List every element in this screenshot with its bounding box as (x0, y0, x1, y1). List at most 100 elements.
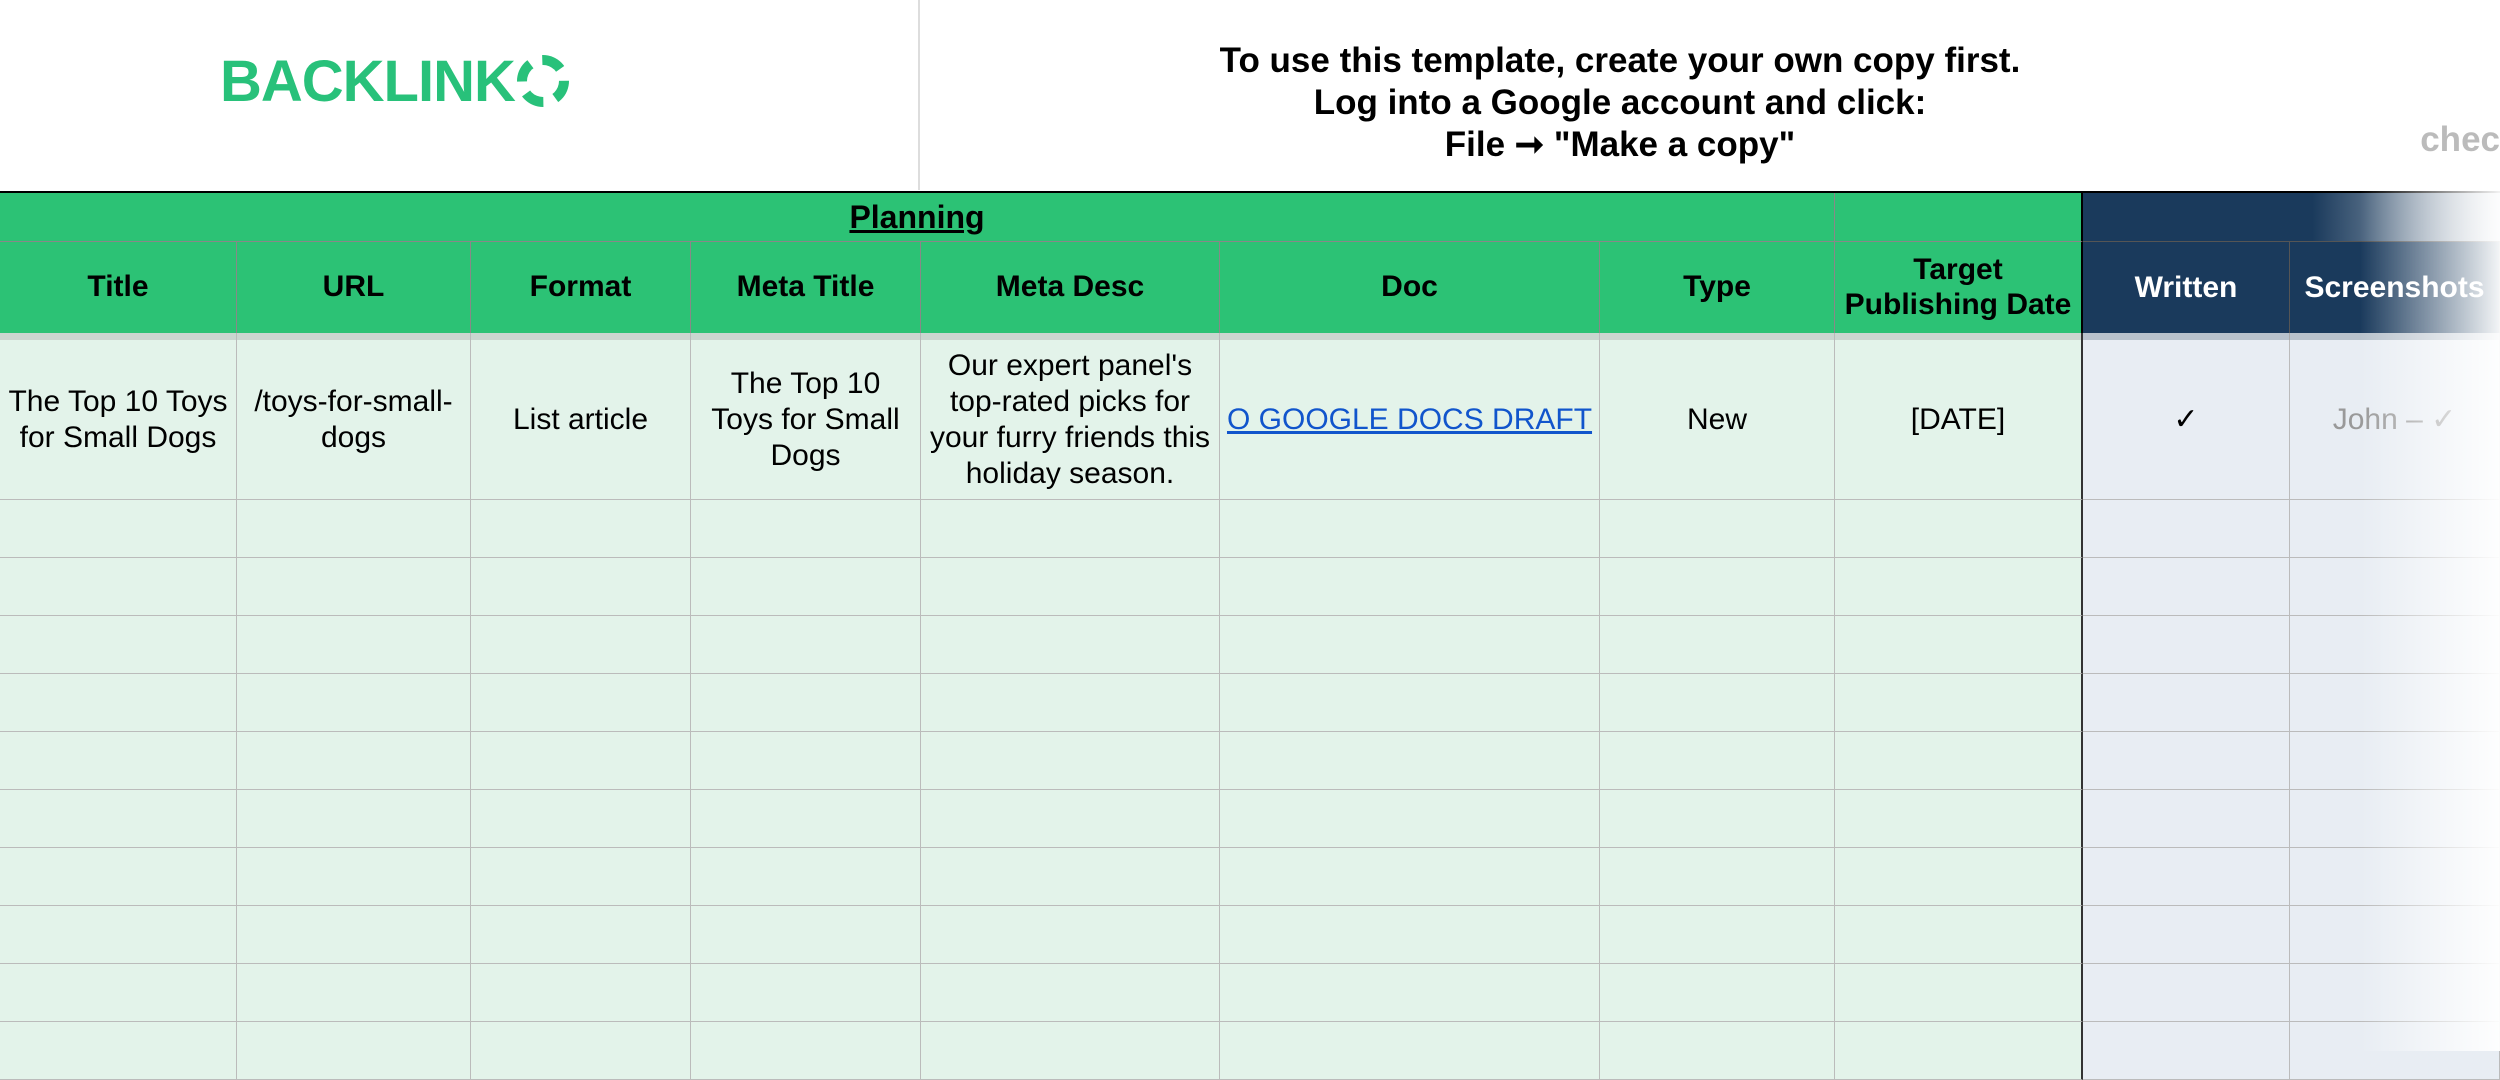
empty-cell[interactable] (1600, 558, 1835, 616)
empty-cell[interactable] (237, 558, 471, 616)
empty-cell[interactable] (921, 732, 1220, 790)
empty-cell[interactable] (2083, 964, 2290, 1022)
cell-screenshots[interactable]: John – ✓ (2290, 340, 2500, 500)
cell-title[interactable]: The Top 10 Toys for Small Dogs (0, 340, 237, 500)
empty-cell[interactable] (2290, 790, 2500, 848)
cell-meta-title[interactable]: The Top 10 Toys for Small Dogs (691, 340, 921, 500)
empty-cell[interactable] (0, 964, 237, 1022)
empty-cell[interactable] (1220, 964, 1600, 1022)
section-progress[interactable] (2083, 193, 2500, 241)
empty-cell[interactable] (1600, 790, 1835, 848)
empty-cell[interactable] (2290, 674, 2500, 732)
cell-type[interactable]: New (1600, 340, 1835, 500)
empty-cell[interactable] (471, 964, 691, 1022)
cell-meta-desc[interactable]: Our expert panel's top-rated picks for y… (921, 340, 1220, 500)
empty-cell[interactable] (2290, 500, 2500, 558)
empty-cell[interactable] (471, 1022, 691, 1080)
empty-cell[interactable] (1835, 964, 2083, 1022)
empty-cell[interactable] (2083, 616, 2290, 674)
empty-cell[interactable] (2083, 848, 2290, 906)
empty-cell[interactable] (691, 558, 921, 616)
empty-cell[interactable] (921, 790, 1220, 848)
empty-cell[interactable] (471, 906, 691, 964)
cell-url[interactable]: /toys-for-small-dogs (237, 340, 471, 500)
cell-written[interactable]: ✓ (2083, 340, 2290, 500)
empty-cell[interactable] (237, 616, 471, 674)
empty-cell[interactable] (0, 848, 237, 906)
empty-cell[interactable] (1220, 732, 1600, 790)
empty-cell[interactable] (0, 558, 237, 616)
empty-cell[interactable] (1600, 964, 1835, 1022)
empty-cell[interactable] (0, 674, 237, 732)
empty-cell[interactable] (1600, 1022, 1835, 1080)
empty-cell[interactable] (691, 906, 921, 964)
empty-cell[interactable] (691, 1022, 921, 1080)
empty-cell[interactable] (691, 848, 921, 906)
empty-cell[interactable] (2290, 616, 2500, 674)
empty-cell[interactable] (2083, 790, 2290, 848)
empty-cell[interactable] (1835, 732, 2083, 790)
empty-cell[interactable] (691, 674, 921, 732)
empty-cell[interactable] (1600, 674, 1835, 732)
empty-cell[interactable] (471, 790, 691, 848)
empty-cell[interactable] (471, 616, 691, 674)
empty-cell[interactable] (1835, 616, 2083, 674)
empty-cell[interactable] (921, 500, 1220, 558)
empty-cell[interactable] (1220, 616, 1600, 674)
empty-cell[interactable] (0, 616, 237, 674)
header-screenshots[interactable]: Screenshots (2290, 241, 2500, 333)
empty-cell[interactable] (2290, 732, 2500, 790)
empty-cell[interactable] (1220, 906, 1600, 964)
empty-cell[interactable] (921, 558, 1220, 616)
empty-cell[interactable] (1220, 500, 1600, 558)
empty-cell[interactable] (1600, 906, 1835, 964)
empty-cell[interactable] (1835, 558, 2083, 616)
cell-target-date[interactable]: [DATE] (1835, 340, 2083, 500)
empty-cell[interactable] (237, 500, 471, 558)
empty-cell[interactable] (237, 964, 471, 1022)
empty-cell[interactable] (2290, 1022, 2500, 1080)
empty-cell[interactable] (237, 732, 471, 790)
empty-cell[interactable] (237, 848, 471, 906)
empty-cell[interactable] (237, 906, 471, 964)
empty-cell[interactable] (2290, 558, 2500, 616)
empty-cell[interactable] (921, 906, 1220, 964)
empty-cell[interactable] (2083, 1022, 2290, 1080)
empty-cell[interactable] (1600, 848, 1835, 906)
empty-cell[interactable] (1220, 790, 1600, 848)
empty-cell[interactable] (921, 616, 1220, 674)
empty-cell[interactable] (0, 790, 237, 848)
header-meta-desc[interactable]: Meta Desc (921, 241, 1220, 333)
header-title[interactable]: Title (0, 241, 237, 333)
cell-doc[interactable]: O GOOGLE DOCS DRAFT (1220, 340, 1600, 500)
empty-cell[interactable] (691, 790, 921, 848)
empty-cell[interactable] (1835, 906, 2083, 964)
empty-cell[interactable] (691, 732, 921, 790)
empty-cell[interactable] (2083, 906, 2290, 964)
header-written[interactable]: Written (2083, 241, 2290, 333)
empty-cell[interactable] (1220, 848, 1600, 906)
header-url[interactable]: URL (237, 241, 471, 333)
empty-cell[interactable] (2290, 906, 2500, 964)
empty-cell[interactable] (237, 790, 471, 848)
empty-cell[interactable] (1600, 732, 1835, 790)
empty-cell[interactable] (1835, 1022, 2083, 1080)
empty-cell[interactable] (921, 848, 1220, 906)
empty-cell[interactable] (471, 674, 691, 732)
empty-cell[interactable] (921, 674, 1220, 732)
header-target-date[interactable]: Target Publishing Date (1835, 241, 2083, 333)
empty-cell[interactable] (1835, 790, 2083, 848)
header-meta-title[interactable]: Meta Title (691, 241, 921, 333)
empty-cell[interactable] (2083, 732, 2290, 790)
empty-cell[interactable] (1220, 558, 1600, 616)
empty-cell[interactable] (1835, 500, 2083, 558)
empty-cell[interactable] (691, 964, 921, 1022)
empty-cell[interactable] (1835, 848, 2083, 906)
empty-cell[interactable] (921, 964, 1220, 1022)
empty-cell[interactable] (0, 1022, 237, 1080)
empty-cell[interactable] (237, 674, 471, 732)
empty-cell[interactable] (2290, 848, 2500, 906)
empty-cell[interactable] (0, 906, 237, 964)
empty-cell[interactable] (691, 500, 921, 558)
empty-cell[interactable] (691, 616, 921, 674)
